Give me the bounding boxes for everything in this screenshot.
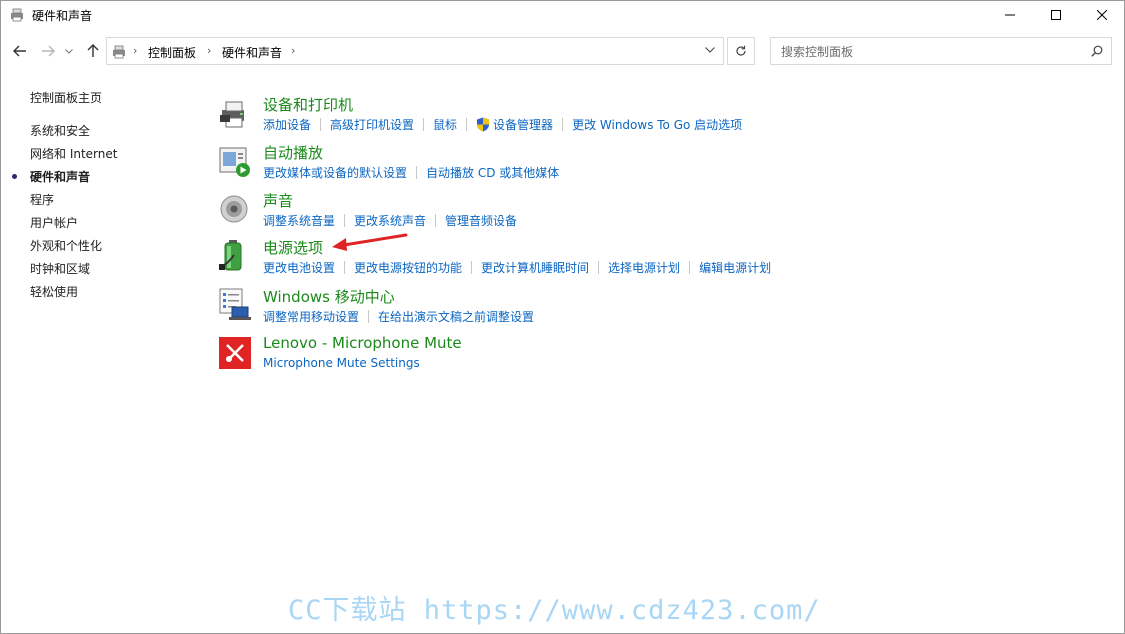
category-links: 更改媒体或设备的默认设置 自动播放 CD 或其他媒体 — [263, 164, 559, 181]
breadcrumb-separator-icon[interactable]: › — [133, 44, 137, 57]
nav-item-appearance[interactable]: 外观和个性化 — [30, 237, 102, 254]
link-windows-to-go[interactable]: 更改 Windows To Go 启动选项 — [572, 118, 742, 132]
link-divider — [320, 118, 322, 131]
maximize-button[interactable] — [1033, 0, 1079, 30]
category-title[interactable]: Windows 移动中心 — [263, 286, 395, 307]
link-divider — [416, 166, 418, 179]
link-adjust-volume[interactable]: 调整系统音量 — [263, 214, 335, 228]
nav-item-system-security[interactable]: 系统和安全 — [30, 122, 90, 139]
arrow-up-icon — [87, 44, 99, 57]
link-change-sounds[interactable]: 更改系统声音 — [354, 214, 426, 228]
window-title: 硬件和声音 — [32, 9, 93, 23]
link-mobility-settings[interactable]: 调整常用移动设置 — [263, 310, 359, 324]
link-divider — [598, 261, 600, 274]
title-bar: 硬件和声音 — [0, 0, 1125, 30]
category-links: 调整常用移动设置 在给出演示文稿之前调整设置 — [263, 308, 534, 325]
refresh-icon — [736, 45, 746, 56]
category-title[interactable]: 电源选项 — [263, 237, 323, 258]
category-links: 调整系统音量 更改系统声音 管理音频设备 — [263, 212, 517, 229]
breadcrumb-separator-icon[interactable]: › — [291, 44, 295, 57]
link-mic-mute-settings[interactable]: Microphone Mute Settings — [263, 356, 420, 370]
arrow-right-icon — [42, 45, 55, 57]
link-mouse[interactable]: 鼠标 — [433, 118, 457, 132]
mobility-center-icon — [219, 288, 251, 320]
category-title[interactable]: 自动播放 — [263, 142, 323, 163]
hardware-sound-icon — [113, 45, 125, 59]
speaker-icon — [220, 195, 248, 223]
autoplay-icon — [219, 147, 250, 177]
category-title[interactable]: 声音 — [263, 190, 293, 211]
category-title[interactable]: 设备和打印机 — [263, 94, 353, 115]
category-links: Microphone Mute Settings — [263, 356, 420, 370]
link-device-manager[interactable]: 设备管理器 — [493, 118, 553, 132]
battery-icon — [219, 240, 242, 271]
search-input[interactable] — [779, 42, 1083, 62]
window-frame — [0, 0, 1125, 634]
link-edit-power-plan[interactable]: 编辑电源计划 — [699, 261, 771, 275]
link-media-default-settings[interactable]: 更改媒体或设备的默认设置 — [263, 166, 407, 180]
category-title[interactable]: Lenovo - Microphone Mute — [263, 334, 462, 352]
microphone-mute-icon — [219, 337, 251, 369]
link-power-button-function[interactable]: 更改电源按钮的功能 — [354, 261, 462, 275]
chevron-down-icon[interactable] — [705, 47, 715, 53]
active-bullet-icon — [12, 174, 17, 179]
recent-locations-button[interactable] — [62, 41, 76, 61]
link-battery-settings[interactable]: 更改电池设置 — [263, 261, 335, 275]
link-sleep-time[interactable]: 更改计算机睡眠时间 — [481, 261, 589, 275]
annotation-arrow-icon — [332, 233, 408, 251]
up-button[interactable] — [83, 41, 103, 61]
link-divider — [435, 214, 437, 227]
forward-button[interactable] — [38, 41, 58, 61]
link-divider — [344, 214, 346, 227]
link-divider — [423, 118, 425, 131]
nav-item-home[interactable]: 控制面板主页 — [30, 89, 102, 106]
link-manage-audio-devices[interactable]: 管理音频设备 — [445, 214, 517, 228]
nav-item-programs[interactable]: 程序 — [30, 191, 54, 208]
link-autoplay-cd[interactable]: 自动播放 CD 或其他媒体 — [426, 166, 559, 180]
search-icon[interactable] — [1091, 45, 1103, 57]
arrow-left-icon — [13, 45, 26, 57]
nav-item-clock-region[interactable]: 时钟和区域 — [30, 260, 90, 277]
link-divider — [471, 261, 473, 274]
address-bar[interactable]: › 控制面板 › 硬件和声音 › — [106, 37, 724, 65]
nav-item-network[interactable]: 网络和 Internet — [30, 145, 117, 162]
minimize-icon — [1005, 14, 1015, 16]
hardware-sound-icon — [11, 8, 23, 22]
link-divider — [466, 118, 468, 131]
nav-item-ease-of-access[interactable]: 轻松使用 — [30, 283, 78, 300]
nav-item-user-accounts[interactable]: 用户帐户 — [30, 214, 78, 231]
maximize-icon — [1051, 10, 1061, 20]
close-button[interactable] — [1079, 0, 1125, 30]
link-choose-power-plan[interactable]: 选择电源计划 — [608, 261, 680, 275]
link-add-device[interactable]: 添加设备 — [263, 118, 311, 132]
link-presentation-settings[interactable]: 在给出演示文稿之前调整设置 — [378, 310, 534, 324]
watermark: CC下载站 https://www.cdz423.com/ — [288, 595, 821, 626]
category-links: 添加设备 高级打印机设置 鼠标 设备管理器 更改 Windows To Go 启动选项 — [263, 116, 742, 133]
breadcrumb-control-panel[interactable]: 控制面板 — [148, 44, 196, 61]
printer-icon — [220, 101, 244, 128]
back-button[interactable] — [10, 41, 30, 61]
link-divider — [689, 261, 691, 274]
nav-item-hardware-sound[interactable]: 硬件和声音 — [30, 168, 90, 185]
link-divider — [562, 118, 564, 131]
chevron-down-icon — [65, 48, 73, 54]
link-advanced-printer-setup[interactable]: 高级打印机设置 — [330, 118, 414, 132]
refresh-button[interactable] — [727, 37, 755, 65]
link-divider — [368, 310, 370, 323]
category-links: 更改电池设置 更改电源按钮的功能 更改计算机睡眠时间 选择电源计划 编辑电源计划 — [263, 259, 771, 276]
minimize-button[interactable] — [987, 0, 1033, 30]
search-box[interactable] — [770, 37, 1112, 65]
link-divider — [344, 261, 346, 274]
breadcrumb-separator-icon[interactable]: › — [207, 44, 211, 57]
close-icon — [1097, 10, 1107, 20]
breadcrumb-hardware-sound[interactable]: 硬件和声音 — [222, 44, 282, 61]
uac-shield-icon — [477, 117, 490, 132]
